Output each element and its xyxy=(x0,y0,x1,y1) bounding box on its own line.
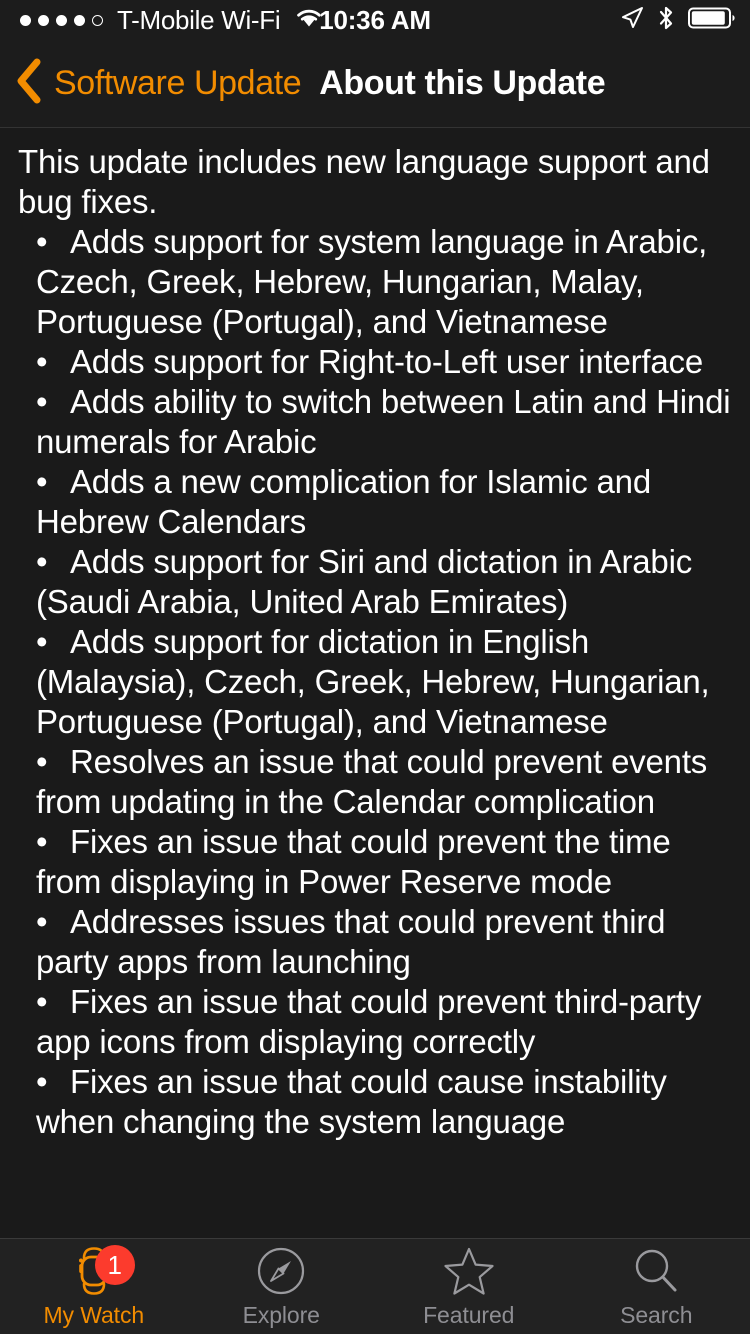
list-item: • Fixes an issue that could prevent the t… xyxy=(18,822,732,902)
signal-dot-4 xyxy=(74,14,85,26)
battery-icon xyxy=(688,6,736,35)
signal-strength-dots xyxy=(14,14,103,26)
chevron-left-icon[interactable] xyxy=(14,58,44,109)
list-item-label: Adds support for dictation in English (M… xyxy=(36,623,710,740)
compass-icon xyxy=(256,1246,306,1301)
update-notes-content: This update includes new language suppor… xyxy=(0,128,750,1238)
location-arrow-icon xyxy=(620,6,644,35)
list-item: • Adds a new complication for Islamic and… xyxy=(18,462,732,542)
signal-dot-2 xyxy=(38,14,49,26)
list-item-label: Adds support for Siri and dictation in A… xyxy=(36,543,693,620)
bluetooth-icon xyxy=(657,5,675,36)
bullet-glyph: • xyxy=(36,983,48,1020)
list-item: • Fixes an issue that could cause instabi… xyxy=(18,1062,732,1142)
list-item: • Addresses issues that could prevent thi… xyxy=(18,902,732,982)
bullet-glyph: • xyxy=(36,623,48,660)
tab-featured-icon-wrap xyxy=(438,1246,500,1301)
bullet-glyph: • xyxy=(36,343,48,380)
list-item: • Adds support for Siri and dictation in … xyxy=(18,542,732,622)
magnifier-icon xyxy=(631,1246,681,1301)
tab-featured[interactable]: Featured xyxy=(375,1239,563,1334)
signal-dot-1 xyxy=(20,14,31,26)
list-item-label: Adds a new complication for Islamic and … xyxy=(36,463,651,540)
list-item-label: Fixes an issue that could prevent the ti… xyxy=(36,823,671,900)
back-button-label[interactable]: Software Update xyxy=(54,64,302,103)
list-item: • Fixes an issue that could prevent third… xyxy=(18,982,732,1062)
status-bar: T-Mobile Wi-Fi 10:36 AM xyxy=(0,0,750,40)
tab-featured-label: Featured xyxy=(423,1301,515,1328)
intro-paragraph: This update includes new language suppor… xyxy=(18,143,710,220)
status-badge: 1 xyxy=(94,1244,135,1285)
tab-bar: 1 My Watch Explore Featured Search xyxy=(0,1238,750,1334)
signal-dot-5 xyxy=(92,14,103,26)
back-button[interactable]: Software Update xyxy=(14,58,302,109)
tab-explore-icon-wrap xyxy=(250,1246,312,1301)
status-bar-right xyxy=(620,5,736,36)
list-item-label: Adds ability to switch between Latin and… xyxy=(36,383,731,460)
list-item: • Resolves an issue that could prevent ev… xyxy=(18,742,732,822)
list-item-label: Addresses issues that could prevent thir… xyxy=(36,903,666,980)
tab-explore-label: Explore xyxy=(242,1301,320,1328)
tab-search-label: Search xyxy=(620,1301,693,1328)
list-item-label: Resolves an issue that could prevent eve… xyxy=(36,743,708,820)
list-item: • Adds ability to switch between Latin an… xyxy=(18,382,732,462)
star-icon xyxy=(443,1246,495,1301)
bullet-glyph: • xyxy=(36,383,48,420)
list-item-label: Adds support for system language in Arab… xyxy=(36,223,708,340)
list-item-label: Fixes an issue that could cause instabil… xyxy=(36,1063,667,1140)
bullet-glyph: • xyxy=(36,1063,48,1100)
tab-my-watch-icon-wrap: 1 xyxy=(63,1244,135,1299)
tab-my-watch-label: My Watch xyxy=(43,1301,145,1328)
bullet-glyph: • xyxy=(36,903,48,940)
list-item-label: Fixes an issue that could prevent third-… xyxy=(36,983,702,1060)
bullet-glyph: • xyxy=(36,223,48,260)
signal-dot-3 xyxy=(56,14,67,26)
navigation-bar: Software Update About this Update xyxy=(0,40,750,128)
clock-label: 10:36 AM xyxy=(319,4,431,35)
list-item: • Adds support for system language in Ara… xyxy=(18,222,732,342)
list-item: • Adds support for Right-to-Left user int… xyxy=(18,342,732,382)
release-notes-list: • Adds support for system language in Ara… xyxy=(18,222,732,1142)
list-item: • Adds support for dictation in English (… xyxy=(18,622,732,742)
page-title: About this Update xyxy=(319,64,606,102)
wifi-icon xyxy=(294,7,324,34)
bullet-glyph: • xyxy=(36,463,48,500)
bullet-glyph: • xyxy=(36,543,48,580)
carrier-label: T-Mobile Wi-Fi xyxy=(117,4,281,35)
tab-my-watch[interactable]: 1 My Watch xyxy=(0,1239,188,1334)
status-bar-left: T-Mobile Wi-Fi xyxy=(14,5,324,36)
list-item-label: Adds support for Right-to-Left user inte… xyxy=(70,343,703,380)
tab-explore[interactable]: Explore xyxy=(188,1239,376,1334)
bullet-glyph: • xyxy=(36,743,48,780)
tab-search-icon-wrap xyxy=(625,1249,687,1299)
app-screen: T-Mobile Wi-Fi 10:36 AM Software Update … xyxy=(0,0,750,1334)
tab-search[interactable]: Search xyxy=(563,1239,750,1334)
bullet-glyph: • xyxy=(36,823,48,860)
